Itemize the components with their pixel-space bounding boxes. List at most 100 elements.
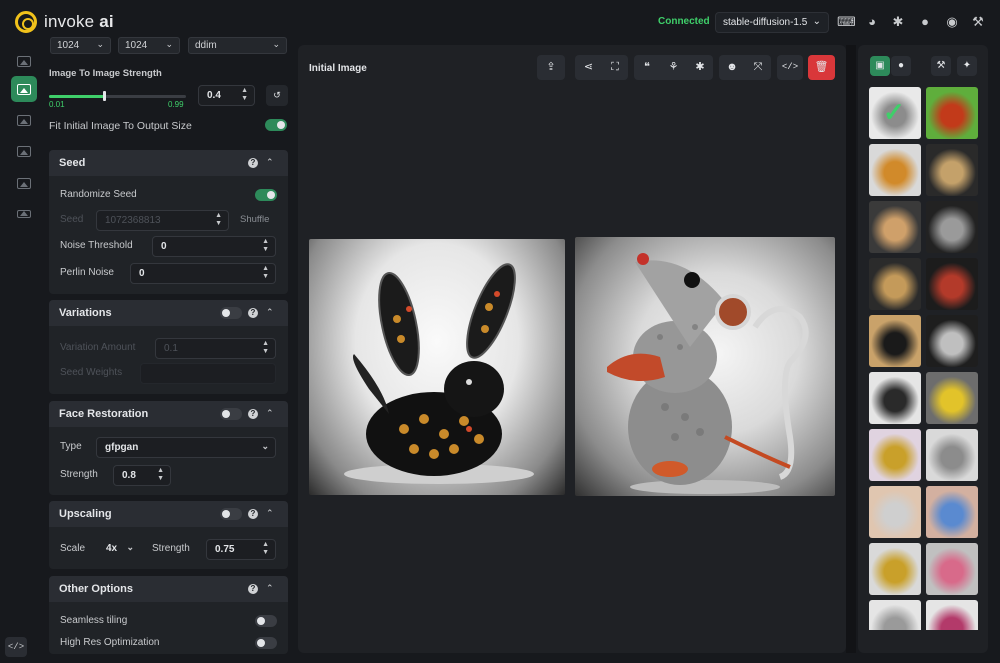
gallery-thumbnail[interactable]: [926, 429, 978, 481]
help-icon[interactable]: ?: [248, 158, 258, 168]
stepper-arrows-icon[interactable]: ▲ ▼: [157, 467, 164, 483]
seed-input[interactable]: 1072368813 ▲ ▼: [96, 210, 229, 231]
perlin-noise-input[interactable]: 0 ▲ ▼: [130, 263, 276, 284]
gallery-thumbnail[interactable]: [926, 258, 978, 310]
discord-icon[interactable]: ◉: [943, 13, 961, 31]
training-tab[interactable]: [11, 201, 37, 227]
gallery-thumbnail[interactable]: ✓: [869, 87, 921, 139]
gallery-resize-handle[interactable]: [846, 45, 856, 653]
noise-threshold-input[interactable]: 0 ▲ ▼: [152, 236, 276, 257]
fit-image-toggle[interactable]: [265, 119, 287, 131]
seed-section-header[interactable]: Seed ? ⌃: [49, 150, 288, 176]
glass-mouse-illustration: [607, 253, 809, 494]
face-restoration-section-header[interactable]: Face Restoration ? ⌃: [49, 401, 288, 427]
strength-slider-thumb[interactable]: [103, 91, 106, 101]
reset-strength-button[interactable]: ↺: [266, 85, 288, 106]
face-restoration-toggle[interactable]: [220, 408, 242, 420]
gallery-thumbnail[interactable]: [926, 372, 978, 424]
image-icon: [17, 83, 31, 95]
bug-icon[interactable]: ✱: [889, 13, 907, 31]
share-icon[interactable]: ⋖: [575, 55, 602, 80]
gallery-pin-icon[interactable]: ✦: [957, 56, 977, 76]
postprocessing-tab[interactable]: [11, 170, 37, 196]
seedling-icon[interactable]: ⚘: [660, 55, 687, 80]
seed-weights-input[interactable]: [140, 363, 276, 384]
gallery-thumbnail[interactable]: [869, 315, 921, 367]
hires-toggle[interactable]: [255, 637, 277, 649]
upscaling-toggle[interactable]: [220, 508, 242, 520]
variations-toggle[interactable]: [220, 307, 242, 319]
gallery-user-tab-icon[interactable]: ●: [891, 56, 911, 76]
help-icon[interactable]: ?: [248, 409, 258, 419]
upscale-strength-input[interactable]: 0.75 ▲ ▼: [206, 539, 276, 560]
noise-threshold-label: Noise Threshold: [60, 240, 133, 251]
face-type-select[interactable]: gfpgan ⌄: [96, 437, 276, 458]
gallery-thumbnail[interactable]: [869, 600, 921, 630]
gallery-thumbnail[interactable]: [926, 600, 978, 630]
gallery-thumbnail[interactable]: [926, 201, 978, 253]
text-to-image-tab[interactable]: [11, 48, 37, 74]
gallery-thumbnail[interactable]: [869, 201, 921, 253]
width-select[interactable]: 1024 ⌄: [50, 37, 111, 54]
gallery-thumbnail[interactable]: [926, 144, 978, 196]
upscale-scale-label: Scale: [60, 543, 86, 554]
gallery-thumbnail[interactable]: [869, 144, 921, 196]
gallery-thumbnail[interactable]: [926, 543, 978, 595]
gallery-thumbnail[interactable]: [926, 486, 978, 538]
code-icon[interactable]: </>: [777, 55, 803, 80]
other-options-section-header[interactable]: Other Options ? ⌃: [49, 576, 288, 602]
variations-section-header[interactable]: Variations ? ⌃: [49, 300, 288, 326]
seamless-tiling-toggle[interactable]: [255, 615, 277, 627]
strength-min-label: 0.01: [49, 100, 65, 109]
gallery-thumbnail-grid: ✓: [869, 87, 981, 630]
glass-mouse-image[interactable]: [575, 237, 835, 496]
unified-canvas-tab[interactable]: [11, 107, 37, 133]
model-select[interactable]: stable-diffusion-1.5 ⌄: [715, 12, 829, 33]
stepper-arrows-icon[interactable]: ▲ ▼: [241, 87, 248, 103]
variation-amount-input[interactable]: 0.1 ▲ ▼: [155, 338, 276, 359]
upload-icon[interactable]: ⇪: [537, 55, 565, 80]
gallery-images-tab-icon[interactable]: ▣: [870, 56, 890, 76]
randomize-seed-toggle[interactable]: [255, 189, 277, 201]
expand-icon[interactable]: ⤧: [745, 55, 771, 80]
gallery-thumbnail[interactable]: [869, 372, 921, 424]
face-strength-label: Strength: [60, 469, 98, 480]
upscale-scale-select[interactable]: 4x ⌄: [98, 539, 140, 560]
gallery-thumbnail[interactable]: [869, 429, 921, 481]
shuffle-button[interactable]: Shuffle: [240, 214, 269, 225]
help-icon[interactable]: ?: [248, 509, 258, 519]
wrench-icon[interactable]: ⚒: [969, 13, 987, 31]
strength-input[interactable]: 0.4 ▲ ▼: [198, 85, 255, 106]
connection-status: Connected: [658, 16, 710, 27]
help-icon[interactable]: ?: [248, 584, 258, 594]
github-icon[interactable]: ●: [916, 13, 934, 31]
gallery-thumbnail[interactable]: [926, 87, 978, 139]
help-icon[interactable]: ?: [248, 308, 258, 318]
height-select[interactable]: 1024 ⌄: [118, 37, 180, 54]
gallery-thumbnail[interactable]: [869, 543, 921, 595]
stepper-arrows-icon[interactable]: ▲ ▼: [262, 541, 269, 557]
gallery-settings-wrench-icon[interactable]: ⚒: [931, 56, 951, 76]
upscaling-section-header[interactable]: Upscaling ? ⌃: [49, 501, 288, 527]
console-toggle-button[interactable]: </>: [5, 637, 27, 657]
gallery-thumbnail[interactable]: [869, 258, 921, 310]
fullscreen-icon[interactable]: ⛶: [602, 55, 628, 80]
nodes-tab[interactable]: [11, 138, 37, 164]
gallery-thumbnail[interactable]: [869, 486, 921, 538]
gallery-thumbnail[interactable]: [926, 315, 978, 367]
quote-icon[interactable]: ❝: [634, 55, 660, 80]
stepper-arrows-icon[interactable]: ▲ ▼: [262, 238, 269, 254]
glass-rabbit-image[interactable]: [309, 239, 565, 495]
fit-image-label: Fit Initial Image To Output Size: [49, 120, 192, 132]
sampler-select[interactable]: ddim ⌄: [188, 37, 287, 54]
trash-icon[interactable]: 🗑: [808, 55, 835, 80]
palette-icon[interactable]: ◕: [863, 13, 881, 31]
keyboard-icon[interactable]: ⌨: [837, 13, 856, 31]
canvas-icon: [17, 114, 31, 126]
stepper-arrows-icon[interactable]: ▲ ▼: [262, 265, 269, 281]
asterisk-icon[interactable]: ✱: [687, 55, 713, 80]
image-to-image-tab[interactable]: [11, 76, 37, 102]
face-strength-input[interactable]: 0.8 ▲ ▼: [113, 465, 171, 486]
face-icon[interactable]: ☻: [719, 55, 745, 80]
hires-label: High Res Optimization: [60, 637, 160, 648]
